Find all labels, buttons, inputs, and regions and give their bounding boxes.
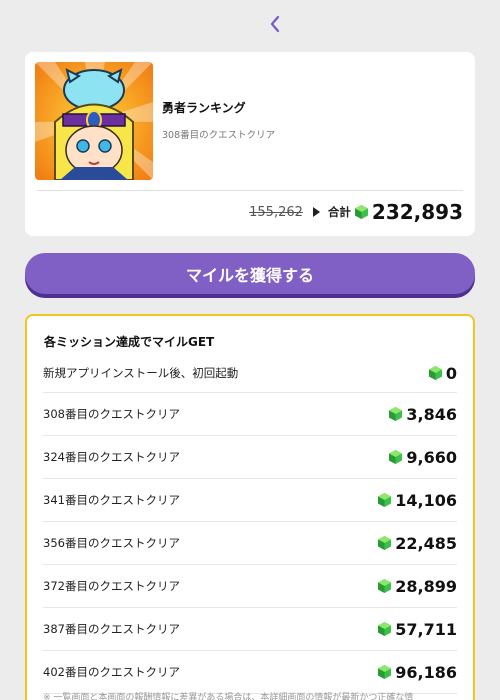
gem-icon xyxy=(378,579,392,593)
mission-reward: 14,106 xyxy=(378,491,457,510)
mission-reward: 22,485 xyxy=(378,534,457,553)
divider xyxy=(37,190,463,191)
mission-label: 402番目のクエストクリア xyxy=(43,665,180,679)
mission-reward: 0 xyxy=(428,363,457,383)
old-price: 155,262 xyxy=(249,204,303,220)
gem-icon xyxy=(428,366,442,380)
mission-row: 356番目のクエストクリア 22,485 xyxy=(43,522,457,565)
gem-icon xyxy=(354,205,368,219)
mission-reward-value: 14,106 xyxy=(395,490,457,510)
mission-label: 308番目のクエストクリア xyxy=(43,407,180,421)
app-subtitle: 308番目のクエストクリア xyxy=(162,130,276,141)
mission-reward: 28,899 xyxy=(378,577,457,596)
missions-title: 各ミッション達成でマイルGET xyxy=(44,335,215,349)
app-title: 勇者ランキング xyxy=(162,101,246,115)
earn-miles-button[interactable]: マイルを獲得する xyxy=(25,253,475,294)
mission-reward-value: 0 xyxy=(445,363,457,383)
missions-panel: 各ミッション達成でマイルGET 新規アプリインストール後、初回起動 0 308番目の… xyxy=(25,314,475,700)
mission-reward: 9,660 xyxy=(389,448,457,467)
mission-label: 387番目のクエストクリア xyxy=(43,622,180,636)
mission-row: 402番目のクエストクリア 96,186 xyxy=(43,651,457,694)
mission-reward: 96,186 xyxy=(378,663,457,682)
gem-icon xyxy=(389,450,403,464)
mission-reward-value: 22,485 xyxy=(395,533,457,553)
app-card: 勇者ランキング 308番目のクエストクリア 155,262 合計 232,893 xyxy=(25,52,475,236)
gem-icon xyxy=(378,622,392,636)
mission-reward: 57,711 xyxy=(378,620,457,639)
mission-list: 新規アプリインストール後、初回起動 0 308番目のクエストクリア 3,846 324番… xyxy=(43,354,457,694)
back-button[interactable] xyxy=(262,10,288,38)
disclaimer-text: ※ 一覧画面と本画面の報酬情報に差異がある場合は、本詳細画面の情報が最新かつ正確… xyxy=(43,693,414,700)
mission-label: 新規アプリインストール後、初回起動 xyxy=(43,366,239,380)
arrow-right-icon xyxy=(312,207,320,217)
total-label: 合計 xyxy=(327,205,351,219)
gem-icon xyxy=(378,665,392,679)
mission-reward-value: 3,846 xyxy=(406,404,457,424)
mission-row: 341番目のクエストクリア 14,106 xyxy=(43,479,457,522)
chevron-left-icon xyxy=(270,15,280,33)
mission-reward: 3,846 xyxy=(389,405,457,424)
mission-row: 308番目のクエストクリア 3,846 xyxy=(43,393,457,436)
mission-row: 372番目のクエストクリア 28,899 xyxy=(43,565,457,608)
mission-label: 372番目のクエストクリア xyxy=(43,579,180,593)
mission-reward-value: 57,711 xyxy=(395,619,457,639)
app-thumbnail[interactable] xyxy=(35,62,153,180)
mission-row: 新規アプリインストール後、初回起動 0 xyxy=(43,354,457,393)
mission-reward-value: 96,186 xyxy=(395,662,457,682)
price-row: 155,262 合計 232,893 xyxy=(249,197,463,227)
mission-reward-value: 28,899 xyxy=(395,576,457,596)
mission-label: 341番目のクエストクリア xyxy=(43,493,180,507)
gem-icon xyxy=(389,407,403,421)
mission-label: 324番目のクエストクリア xyxy=(43,450,180,464)
mission-row: 324番目のクエストクリア 9,660 xyxy=(43,436,457,479)
mission-label: 356番目のクエストクリア xyxy=(43,536,180,550)
total-value: 232,893 xyxy=(371,200,463,224)
gem-icon xyxy=(378,536,392,550)
mission-reward-value: 9,660 xyxy=(406,447,457,467)
gem-icon xyxy=(378,493,392,507)
mission-row: 387番目のクエストクリア 57,711 xyxy=(43,608,457,651)
